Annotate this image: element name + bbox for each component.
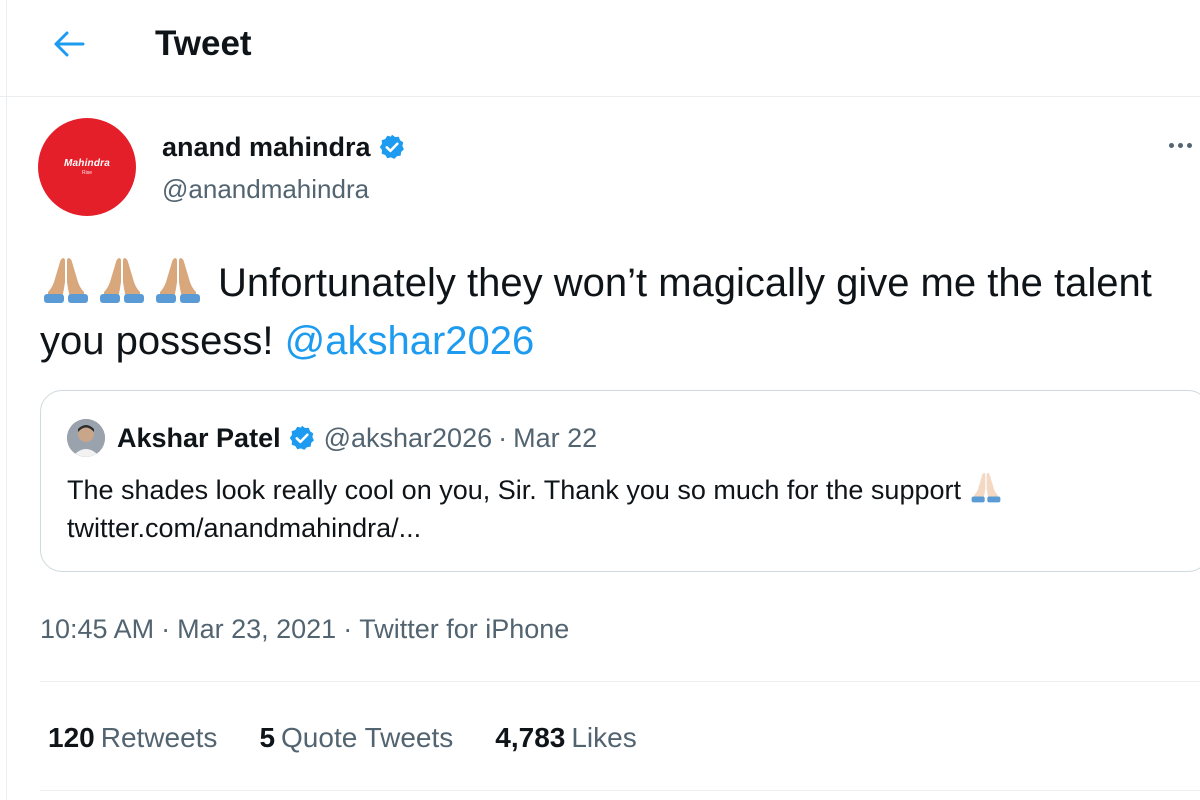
folded-hands-icon xyxy=(100,258,144,303)
quote-tweets-count: 5 xyxy=(259,722,276,753)
tweet-meta: 10:45 AM · Mar 23, 2021 · Twitter for iPhone xyxy=(40,612,569,646)
more-dot xyxy=(1186,142,1192,148)
more-options-icon[interactable] xyxy=(1160,130,1200,160)
separator-dot: · xyxy=(161,614,171,644)
verified-badge-icon xyxy=(288,424,316,452)
more-dot xyxy=(1168,142,1174,148)
mahindra-logo: Mahindra Rise xyxy=(64,158,110,176)
quoted-author-name: Akshar Patel xyxy=(117,423,281,453)
folded-hands-icon xyxy=(44,258,88,303)
quoted-author-handle: @akshar2026 xyxy=(323,423,493,453)
tweet-date[interactable]: Mar 23, 2021 xyxy=(177,614,336,644)
divider xyxy=(40,681,1200,682)
author-avatar[interactable]: Mahindra Rise xyxy=(38,118,136,216)
logo-text: Mahindra xyxy=(63,158,111,169)
separator-dot: · xyxy=(498,423,508,453)
quoted-tweet-text: The shades look really cool on you, Sir.… xyxy=(67,469,1187,547)
divider xyxy=(40,790,1200,791)
retweets-label: Retweets xyxy=(100,722,218,753)
folded-hands-icon xyxy=(969,469,1003,503)
quoted-tweet-text-content: The shades look really cool on you, Sir.… xyxy=(67,475,961,505)
separator-dot: · xyxy=(343,614,353,644)
back-button[interactable] xyxy=(44,22,94,66)
tweet-text-content: Unfortunately they won’t magically give … xyxy=(40,261,1152,363)
page-left-border xyxy=(6,0,7,800)
verified-badge-icon xyxy=(378,133,406,161)
tweet-text: Unfortunately they won’t magically give … xyxy=(40,252,1190,370)
tweet-time[interactable]: 10:45 AM xyxy=(40,614,154,644)
quote-tweets-stat[interactable]: 5 Quote Tweets xyxy=(259,720,453,756)
quote-tweets-label: Quote Tweets xyxy=(281,722,454,753)
quoted-tweet-date: Mar 22 xyxy=(513,423,598,453)
folded-hands-icon xyxy=(156,258,200,303)
logo-subtext: Rise xyxy=(81,170,92,176)
author-name[interactable]: anand mahindra xyxy=(162,130,371,164)
retweets-count: 120 xyxy=(48,722,95,753)
arrow-left-icon xyxy=(54,31,85,57)
more-dot xyxy=(1177,142,1183,148)
retweets-stat[interactable]: 120 Retweets xyxy=(48,720,217,756)
mention-link[interactable]: @akshar2026 xyxy=(285,319,535,363)
folded-hands-emoji-group xyxy=(40,252,204,304)
author-name-row[interactable]: anand mahindra xyxy=(162,130,406,164)
quoted-author-avatar xyxy=(67,419,105,457)
likes-count: 4,783 xyxy=(495,722,566,753)
author-handle[interactable]: @anandmahindra xyxy=(162,172,369,206)
quoted-tweet-link[interactable]: twitter.com/anandmahindra/... xyxy=(67,509,1187,547)
page-header: Tweet xyxy=(0,0,1200,97)
likes-stat[interactable]: 4,783 Likes xyxy=(495,720,636,756)
tweet-source[interactable]: Twitter for iPhone xyxy=(359,614,569,644)
tweet-stats: 120 Retweets 5 Quote Tweets 4,783 Likes xyxy=(48,720,679,756)
likes-label: Likes xyxy=(571,722,637,753)
quoted-tweet-header: Akshar Patel @akshar2026 · Mar 22 xyxy=(117,421,597,455)
page-title: Tweet xyxy=(155,24,252,63)
quoted-tweet-card[interactable]: Akshar Patel @akshar2026 · Mar 22 The sh… xyxy=(40,390,1200,572)
